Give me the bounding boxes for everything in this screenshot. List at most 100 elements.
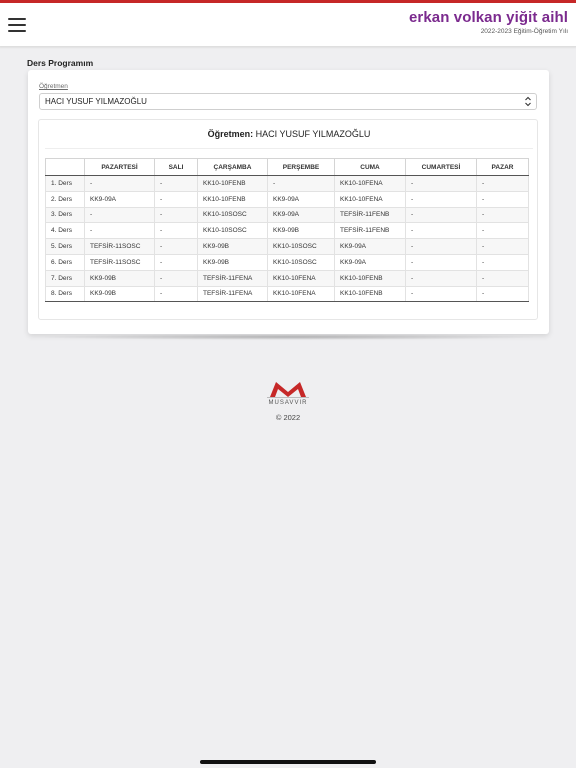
table-cell: KK10-10SOSC: [197, 206, 268, 224]
table-cell: -: [405, 222, 477, 240]
table-cell: -: [154, 190, 198, 208]
teacher-select-value: HACI YUSUF YILMAZOĞLU: [45, 97, 147, 106]
table-row: 2. Ders KK9-09A - KK10-10FENB KK9-09A KK…: [45, 190, 529, 208]
table-row: 3. Ders - - KK10-10SOSC KK9-09A TEFSİR-1…: [45, 206, 529, 224]
table-cell: 3. Ders: [45, 206, 85, 224]
teacher-select-label: Öğretmen: [39, 83, 68, 90]
table-cell: TEFSİR-11FENB: [334, 206, 406, 224]
table-cell: KK9-09A: [267, 190, 335, 208]
column-header-thursday: PERŞEMBE: [267, 158, 335, 176]
table-cell: TEFSİR-11SOSC: [84, 253, 155, 271]
table-cell: KK9-09B: [84, 269, 155, 287]
table-cell: TEFSİR-11FENB: [334, 222, 406, 240]
table-cell: KK10-10SOSC: [197, 222, 268, 240]
table-cell: KK9-09B: [267, 222, 335, 240]
table-cell: TEFSİR-11FENA: [197, 269, 268, 287]
table-cell: -: [154, 238, 198, 255]
table-row: 5. Ders TEFSİR-11SOSC - KK9-09B KK10-10S…: [45, 238, 529, 255]
table-cell: -: [84, 175, 155, 192]
table-cell: KK10-10FENA: [334, 190, 406, 208]
table-cell: -: [267, 175, 335, 192]
table-row: 8. Ders KK9-09B - TEFSİR-11FENA KK10-10F…: [45, 285, 529, 303]
table-cell: -: [154, 253, 198, 271]
card-shadow: [34, 334, 544, 340]
schedule-panel: Öğretmen: HACI YUSUF YILMAZOĞLU PAZARTES…: [38, 119, 538, 320]
table-cell: KK10-10FENA: [267, 285, 335, 303]
table-cell: -: [476, 269, 529, 287]
musavvir-logo: MUSAVVIR: [267, 382, 309, 406]
table-cell: TEFSİR-11SOSC: [84, 238, 155, 255]
table-cell: -: [405, 175, 477, 192]
table-cell: -: [405, 253, 477, 271]
hamburger-menu-icon[interactable]: [8, 18, 26, 32]
copyright: © 2022: [275, 413, 301, 422]
top-bar-shadow: [0, 46, 576, 49]
table-row: 4. Ders - - KK10-10SOSC KK9-09B TEFSİR-1…: [45, 222, 529, 240]
table-cell: KK10-10SOSC: [267, 253, 335, 271]
home-indicator: [200, 760, 376, 764]
brand: erkan volkan yiğit aihl 2022-2023 Eğitim…: [409, 9, 568, 35]
table-cell: -: [154, 206, 198, 224]
table-cell: -: [405, 238, 477, 255]
column-header-wednesday: ÇARŞAMBA: [197, 158, 268, 176]
teacher-select[interactable]: HACI YUSUF YILMAZOĞLU: [39, 93, 537, 110]
table-cell: KK9-09B: [84, 285, 155, 303]
chevron-up-down-icon: [525, 96, 531, 107]
table-cell: KK9-09B: [197, 253, 268, 271]
table-cell: -: [154, 285, 198, 303]
schedule-card: Öğretmen HACI YUSUF YILMAZOĞLU Öğretmen:…: [28, 70, 549, 334]
table-cell: KK9-09B: [197, 238, 268, 255]
table-header-row: PAZARTESİ SALI ÇARŞAMBA PERŞEMBE CUMA CU…: [45, 158, 529, 176]
table-cell: -: [476, 206, 529, 224]
table-cell: -: [476, 285, 529, 303]
table-cell: -: [476, 175, 529, 192]
table-cell: -: [84, 222, 155, 240]
table-cell: -: [405, 206, 477, 224]
table-cell: KK10-10FENB: [334, 269, 406, 287]
logo-text: MUSAVVIR: [269, 400, 308, 406]
column-header-sunday: PAZAR: [476, 158, 529, 176]
schedule-heading-label: Öğretmen:: [207, 129, 254, 139]
column-header: [45, 158, 85, 176]
schedule-table: PAZARTESİ SALI ÇARŞAMBA PERŞEMBE CUMA CU…: [45, 158, 529, 303]
table-cell: -: [154, 222, 198, 240]
column-header-tuesday: SALI: [154, 158, 198, 176]
table-row: 7. Ders KK9-09B - TEFSİR-11FENA KK10-10F…: [45, 269, 529, 287]
table-cell: KK9-09A: [334, 253, 406, 271]
table-cell: -: [405, 190, 477, 208]
schedule-heading-teacher: HACI YUSUF YILMAZOĞLU: [255, 129, 371, 139]
table-cell: KK10-10SOSC: [267, 238, 335, 255]
table-cell: 2. Ders: [45, 190, 85, 208]
table-cell: KK9-09A: [84, 190, 155, 208]
table-cell: KK10-10FENB: [197, 175, 268, 192]
column-header-friday: CUMA: [334, 158, 406, 176]
table-cell: -: [476, 238, 529, 255]
table-cell: -: [476, 190, 529, 208]
table-cell: KK9-09A: [267, 206, 335, 224]
schedule-heading: Öğretmen: HACI YUSUF YILMAZOĞLU: [39, 129, 539, 139]
divider: [45, 148, 533, 149]
table-cell: -: [154, 269, 198, 287]
table-cell: 1. Ders: [45, 175, 85, 192]
table-row: 6. Ders TEFSİR-11SOSC - KK9-09B KK10-10S…: [45, 253, 529, 271]
table-cell: -: [154, 175, 198, 192]
table-cell: 7. Ders: [45, 269, 85, 287]
column-header-saturday: CUMARTESİ: [405, 158, 477, 176]
table-cell: 5. Ders: [45, 238, 85, 255]
table-cell: 6. Ders: [45, 253, 85, 271]
table-cell: KK10-10FENB: [334, 285, 406, 303]
table-cell: -: [405, 285, 477, 303]
academic-year: 2022-2023 Eğitim-Öğretim Yılı: [480, 28, 568, 35]
table-cell: KK9-09A: [334, 238, 406, 255]
table-row: 1. Ders - - KK10-10FENB - KK10-10FENA - …: [45, 175, 529, 192]
school-name: erkan volkan yiğit aihl: [408, 9, 568, 26]
table-cell: KK10-10FENB: [197, 190, 268, 208]
column-header-monday: PAZARTESİ: [84, 158, 155, 176]
page-title: Ders Programım: [27, 58, 94, 68]
table-cell: 8. Ders: [45, 285, 85, 303]
table-cell: KK10-10FENA: [267, 269, 335, 287]
table-cell: TEFSİR-11FENA: [197, 285, 268, 303]
table-cell: -: [476, 253, 529, 271]
table-cell: 4. Ders: [45, 222, 85, 240]
table-cell: -: [405, 269, 477, 287]
